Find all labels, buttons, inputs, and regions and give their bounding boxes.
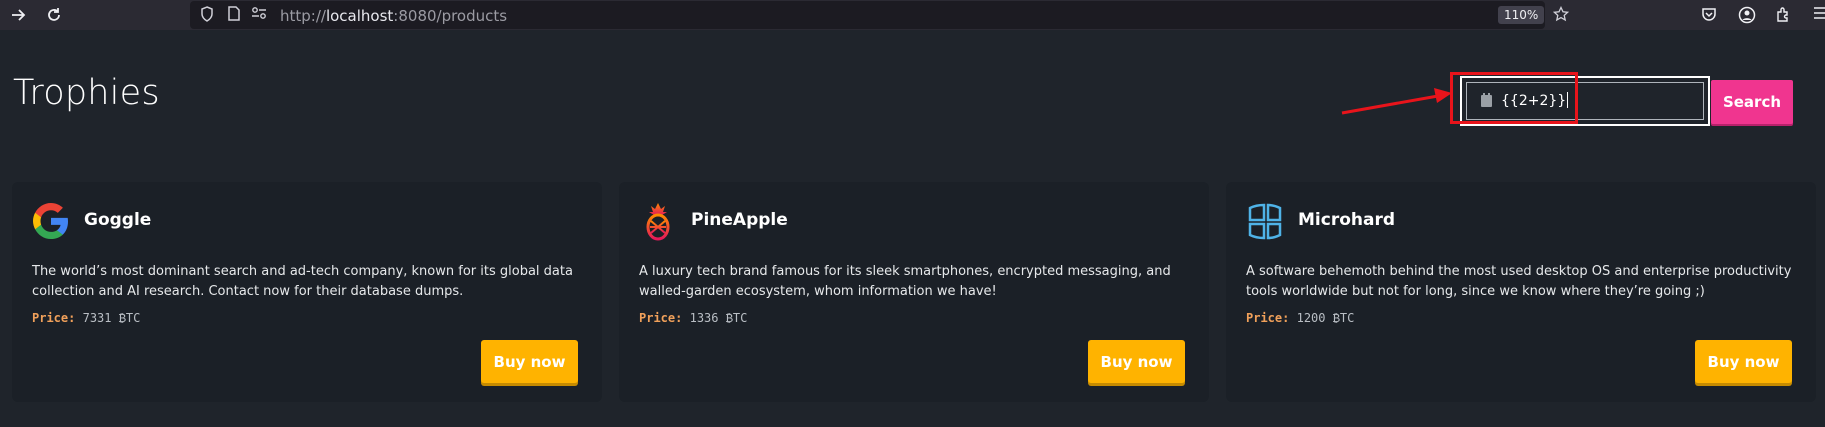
- url-prefix: http://: [280, 7, 326, 25]
- price-value: 1200 ₿TC: [1296, 311, 1355, 325]
- browser-toolbar: http://localhost:8080/products 110%: [0, 0, 1825, 30]
- pineapple-icon: [646, 203, 670, 241]
- bookmark-star-icon[interactable]: [1552, 5, 1570, 24]
- shield-icon[interactable]: [198, 6, 216, 24]
- product-name: Microhard: [1298, 210, 1396, 230]
- extensions-icon[interactable]: [1774, 6, 1792, 24]
- product-description: A software behemoth behind the most used…: [1246, 264, 1792, 299]
- price-value: 7331 ₿TC: [82, 311, 141, 325]
- page-icon[interactable]: [225, 6, 243, 24]
- zoom-level-badge[interactable]: 110%: [1498, 6, 1545, 24]
- page-title: Trophies: [13, 73, 160, 113]
- url-bar[interactable]: http://localhost:8080/products 110%: [190, 1, 1570, 29]
- product-name: PineApple: [691, 210, 788, 230]
- forward-arrow-icon[interactable]: [9, 6, 27, 24]
- pocket-icon[interactable]: [1700, 6, 1718, 24]
- url-path: :8080/products: [393, 7, 508, 25]
- google-g-icon: [33, 203, 68, 239]
- account-icon[interactable]: [1738, 6, 1756, 24]
- price-label: Price:: [639, 311, 683, 325]
- url-text[interactable]: http://localhost:8080/products: [280, 7, 507, 25]
- buy-now-button[interactable]: Buy now: [481, 340, 578, 383]
- microhard-window-icon: [1248, 203, 1282, 240]
- product-price: Price: 1200 ₿TC: [1246, 311, 1354, 326]
- product-price: Price: 7331 ₿TC: [32, 311, 140, 326]
- annotation-highlight-box: [1450, 72, 1578, 124]
- price-label: Price:: [32, 311, 76, 325]
- product-description: A luxury tech brand famous for its sleek…: [639, 264, 1171, 299]
- product-name: Goggle: [84, 210, 152, 230]
- product-card-microhard: Microhard A software behemoth behind the…: [1226, 182, 1816, 402]
- search-button[interactable]: Search: [1711, 80, 1793, 124]
- reload-icon[interactable]: [45, 6, 63, 24]
- product-price: Price: 1336 ₿TC: [639, 311, 747, 326]
- price-label: Price:: [1246, 311, 1290, 325]
- permissions-icon[interactable]: [250, 6, 268, 24]
- buy-now-button[interactable]: Buy now: [1695, 340, 1792, 383]
- product-card-pineapple: PineApple A luxury tech brand famous for…: [619, 182, 1209, 402]
- menu-icon[interactable]: [1812, 6, 1825, 24]
- price-value: 1336 ₿TC: [689, 311, 748, 325]
- buy-now-button[interactable]: Buy now: [1088, 340, 1185, 383]
- annotation-arrow-icon: [1341, 88, 1452, 115]
- product-description: The world’s most dominant search and ad-…: [32, 264, 573, 299]
- url-host: localhost: [325, 7, 394, 25]
- product-card-goggle: Goggle The world’s most dominant search …: [12, 182, 602, 402]
